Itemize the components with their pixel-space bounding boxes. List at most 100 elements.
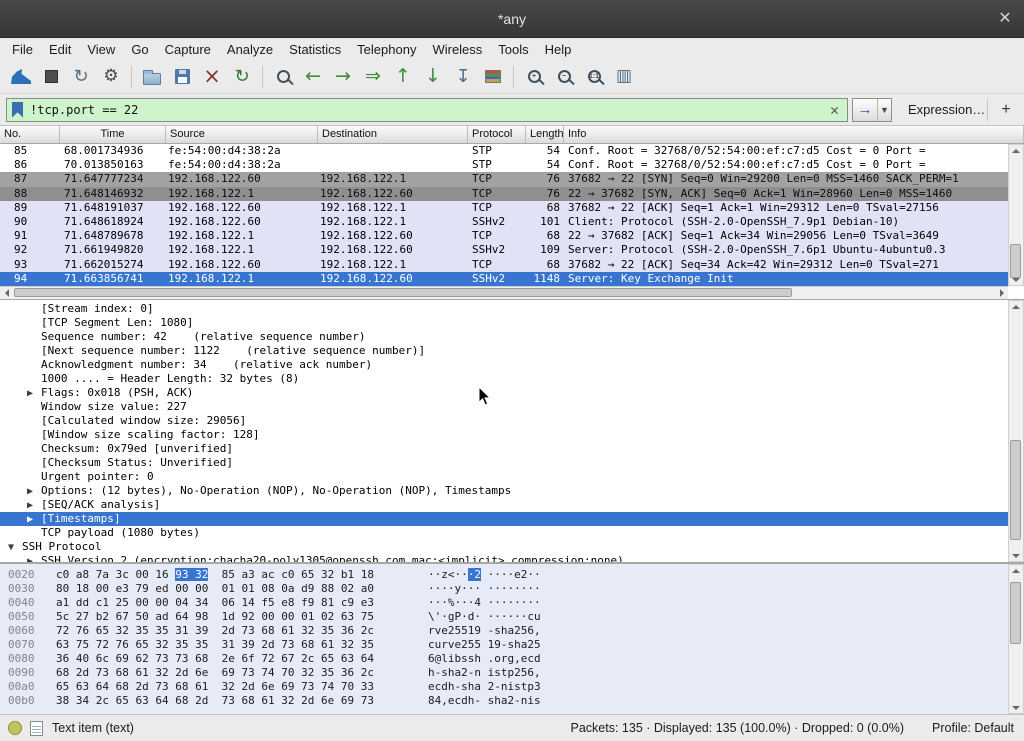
packet-row[interactable]: 8568.001734936fe:54:00:d4:38:2aSTP54Conf… — [0, 144, 1008, 158]
column-header-info[interactable]: Info — [564, 126, 1024, 143]
hex-row[interactable]: 0020c0 a8 7a 3c 00 16 93 32 85 a3 ac c0 … — [8, 568, 1008, 582]
packet-row[interactable]: 9071.648618924192.168.122.60192.168.122.… — [0, 215, 1008, 229]
menu-statistics[interactable]: Statistics — [281, 40, 349, 59]
hex-row[interactable]: 007063 75 72 76 65 32 35 35 31 39 2d 73 … — [8, 638, 1008, 652]
expander-closed-icon[interactable]: ▶ — [27, 387, 41, 401]
menu-edit[interactable]: Edit — [41, 40, 79, 59]
go-to-bottom-button[interactable]: ↓ — [418, 63, 448, 91]
colorize-button[interactable] — [478, 63, 508, 91]
scrollbar-thumb[interactable] — [1010, 582, 1021, 644]
menu-capture[interactable]: Capture — [157, 40, 219, 59]
status-profile[interactable]: Profile: Default — [932, 721, 1014, 735]
auto-scroll-button[interactable]: ↧ — [448, 63, 478, 91]
detail-line[interactable]: TCP payload (1080 bytes) — [0, 526, 1008, 540]
scrollbar-track[interactable] — [1009, 156, 1023, 274]
scrollbar-thumb[interactable] — [1010, 440, 1021, 540]
capture-options-button[interactable]: ⚙ — [96, 63, 126, 91]
hex-row[interactable]: 00b038 34 2c 65 63 64 68 2d 73 68 61 32 … — [8, 694, 1008, 708]
detail-line[interactable]: ▶[Timestamps] — [0, 512, 1008, 526]
scrollbar-track[interactable] — [1009, 312, 1023, 550]
detail-line[interactable]: Acknowledgment number: 34 (relative ack … — [0, 358, 1008, 372]
add-filter-button[interactable]: + — [996, 100, 1016, 120]
menu-file[interactable]: File — [4, 40, 41, 59]
detail-line[interactable]: Checksum: 0x79ed [unverified] — [0, 442, 1008, 456]
go-back-button[interactable]: ← — [298, 63, 328, 91]
detail-line[interactable]: [Calculated window size: 29056] — [0, 414, 1008, 428]
capture-comment-icon[interactable] — [30, 721, 43, 736]
detail-line[interactable]: [Next sequence number: 1122 (relative se… — [0, 344, 1008, 358]
menu-analyze[interactable]: Analyze — [219, 40, 281, 59]
detail-line[interactable]: Window size value: 227 — [0, 400, 1008, 414]
detail-line[interactable]: [Checksum Status: Unverified] — [0, 456, 1008, 470]
menu-view[interactable]: View — [79, 40, 123, 59]
column-header-time[interactable]: Time — [60, 126, 166, 143]
hex-row[interactable]: 003080 18 00 e3 79 ed 00 00 01 01 08 0a … — [8, 582, 1008, 596]
packet-row[interactable]: 9471.663856741192.168.122.1192.168.122.6… — [0, 272, 1008, 286]
restart-capture-button[interactable]: ↻ — [66, 63, 96, 91]
bytes-vscrollbar[interactable] — [1008, 564, 1024, 714]
save-file-button[interactable] — [167, 63, 197, 91]
filter-history-caret-icon[interactable]: ▼ — [877, 99, 891, 121]
menu-go[interactable]: Go — [123, 40, 156, 59]
expression-button[interactable]: Expression… — [908, 102, 985, 117]
details-vscrollbar[interactable] — [1008, 300, 1024, 562]
open-file-button[interactable] — [137, 63, 167, 91]
expander-closed-icon[interactable]: ▶ — [27, 485, 41, 499]
menu-tools[interactable]: Tools — [490, 40, 536, 59]
go-to-packet-button[interactable]: ⇒ — [358, 63, 388, 91]
hex-row[interactable]: 008036 40 6c 69 62 73 73 68 2e 6f 72 67 … — [8, 652, 1008, 666]
scroll-up-arrow[interactable] — [1010, 565, 1023, 576]
stop-capture-button[interactable] — [36, 63, 66, 91]
detail-line[interactable]: Urgent pointer: 0 — [0, 470, 1008, 484]
expander-open-icon[interactable]: ▼ — [8, 541, 22, 555]
column-header-no[interactable]: No. — [0, 126, 60, 143]
hex-row[interactable]: 00505c 27 b2 67 50 ad 64 98 1d 92 00 00 … — [8, 610, 1008, 624]
detail-line[interactable]: [Window size scaling factor: 128] — [0, 428, 1008, 442]
zoom-out-button[interactable]: − — [549, 63, 579, 91]
packet-row[interactable]: 8971.648191037192.168.122.60192.168.122.… — [0, 201, 1008, 215]
column-header-source[interactable]: Source — [166, 126, 318, 143]
zoom-original-button[interactable]: 1:1 — [579, 63, 609, 91]
scrollbar-track[interactable] — [13, 287, 995, 299]
packet-row[interactable]: 8670.013850163fe:54:00:d4:38:2aSTP54Conf… — [0, 158, 1008, 172]
menu-wireless[interactable]: Wireless — [424, 40, 490, 59]
packet-row[interactable]: 9171.648789678192.168.122.1192.168.122.6… — [0, 229, 1008, 243]
scroll-down-arrow[interactable] — [1010, 702, 1023, 713]
filter-bookmark-icon[interactable] — [12, 102, 23, 118]
titlebar[interactable]: *any ✕ — [0, 0, 1024, 38]
menu-telephony[interactable]: Telephony — [349, 40, 424, 59]
column-header-protocol[interactable]: Protocol — [468, 126, 526, 143]
detail-line[interactable]: Sequence number: 42 (relative sequence n… — [0, 330, 1008, 344]
close-file-button[interactable]: × — [197, 63, 227, 91]
scroll-up-arrow[interactable] — [1010, 301, 1023, 312]
hex-row[interactable]: 00a065 63 64 68 2d 73 68 61 32 2d 6e 69 … — [8, 680, 1008, 694]
column-header-destination[interactable]: Destination — [318, 126, 468, 143]
detail-line[interactable]: [Stream index: 0] — [0, 302, 1008, 316]
hex-row[interactable]: 009068 2d 73 68 61 32 2d 6e 69 73 74 70 … — [8, 666, 1008, 680]
scroll-up-arrow[interactable] — [1010, 145, 1023, 156]
go-to-top-button[interactable]: ↑ — [388, 63, 418, 91]
scrollbar-thumb[interactable] — [1010, 244, 1021, 278]
scroll-right-arrow[interactable] — [995, 288, 1008, 299]
scroll-left-arrow[interactable] — [0, 288, 13, 299]
zoom-in-button[interactable]: + — [519, 63, 549, 91]
detail-line[interactable]: ▶Options: (12 bytes), No-Operation (NOP)… — [0, 484, 1008, 498]
packet-list-hscrollbar[interactable] — [0, 286, 1008, 299]
packet-row[interactable]: 9371.662015274192.168.122.60192.168.122.… — [0, 258, 1008, 272]
hex-row[interactable]: 0040a1 dd c1 25 00 00 04 34 06 14 f5 e8 … — [8, 596, 1008, 610]
detail-line[interactable]: ▶SSH Version 2 (encryption:chacha20-poly… — [0, 554, 1008, 562]
scroll-down-arrow[interactable] — [1010, 550, 1023, 561]
scrollbar-thumb[interactable] — [14, 288, 792, 297]
packet-row[interactable]: 9271.661949820192.168.122.1192.168.122.6… — [0, 243, 1008, 257]
close-icon[interactable]: ✕ — [996, 10, 1014, 28]
scrollbar-track[interactable] — [1009, 576, 1023, 702]
display-filter-input[interactable]: !tcp.port == 22 ✕ — [6, 98, 848, 122]
packet-list-vscrollbar[interactable] — [1008, 144, 1024, 286]
expander-closed-icon[interactable]: ▶ — [27, 499, 41, 513]
reload-file-button[interactable]: ↻ — [227, 63, 257, 91]
menu-help[interactable]: Help — [537, 40, 580, 59]
filter-apply-button[interactable]: → ▼ — [852, 98, 892, 122]
expert-info-icon[interactable] — [8, 721, 22, 735]
detail-line[interactable]: ▶[SEQ/ACK analysis] — [0, 498, 1008, 512]
hex-row[interactable]: 006072 76 65 32 35 35 31 39 2d 73 68 61 … — [8, 624, 1008, 638]
